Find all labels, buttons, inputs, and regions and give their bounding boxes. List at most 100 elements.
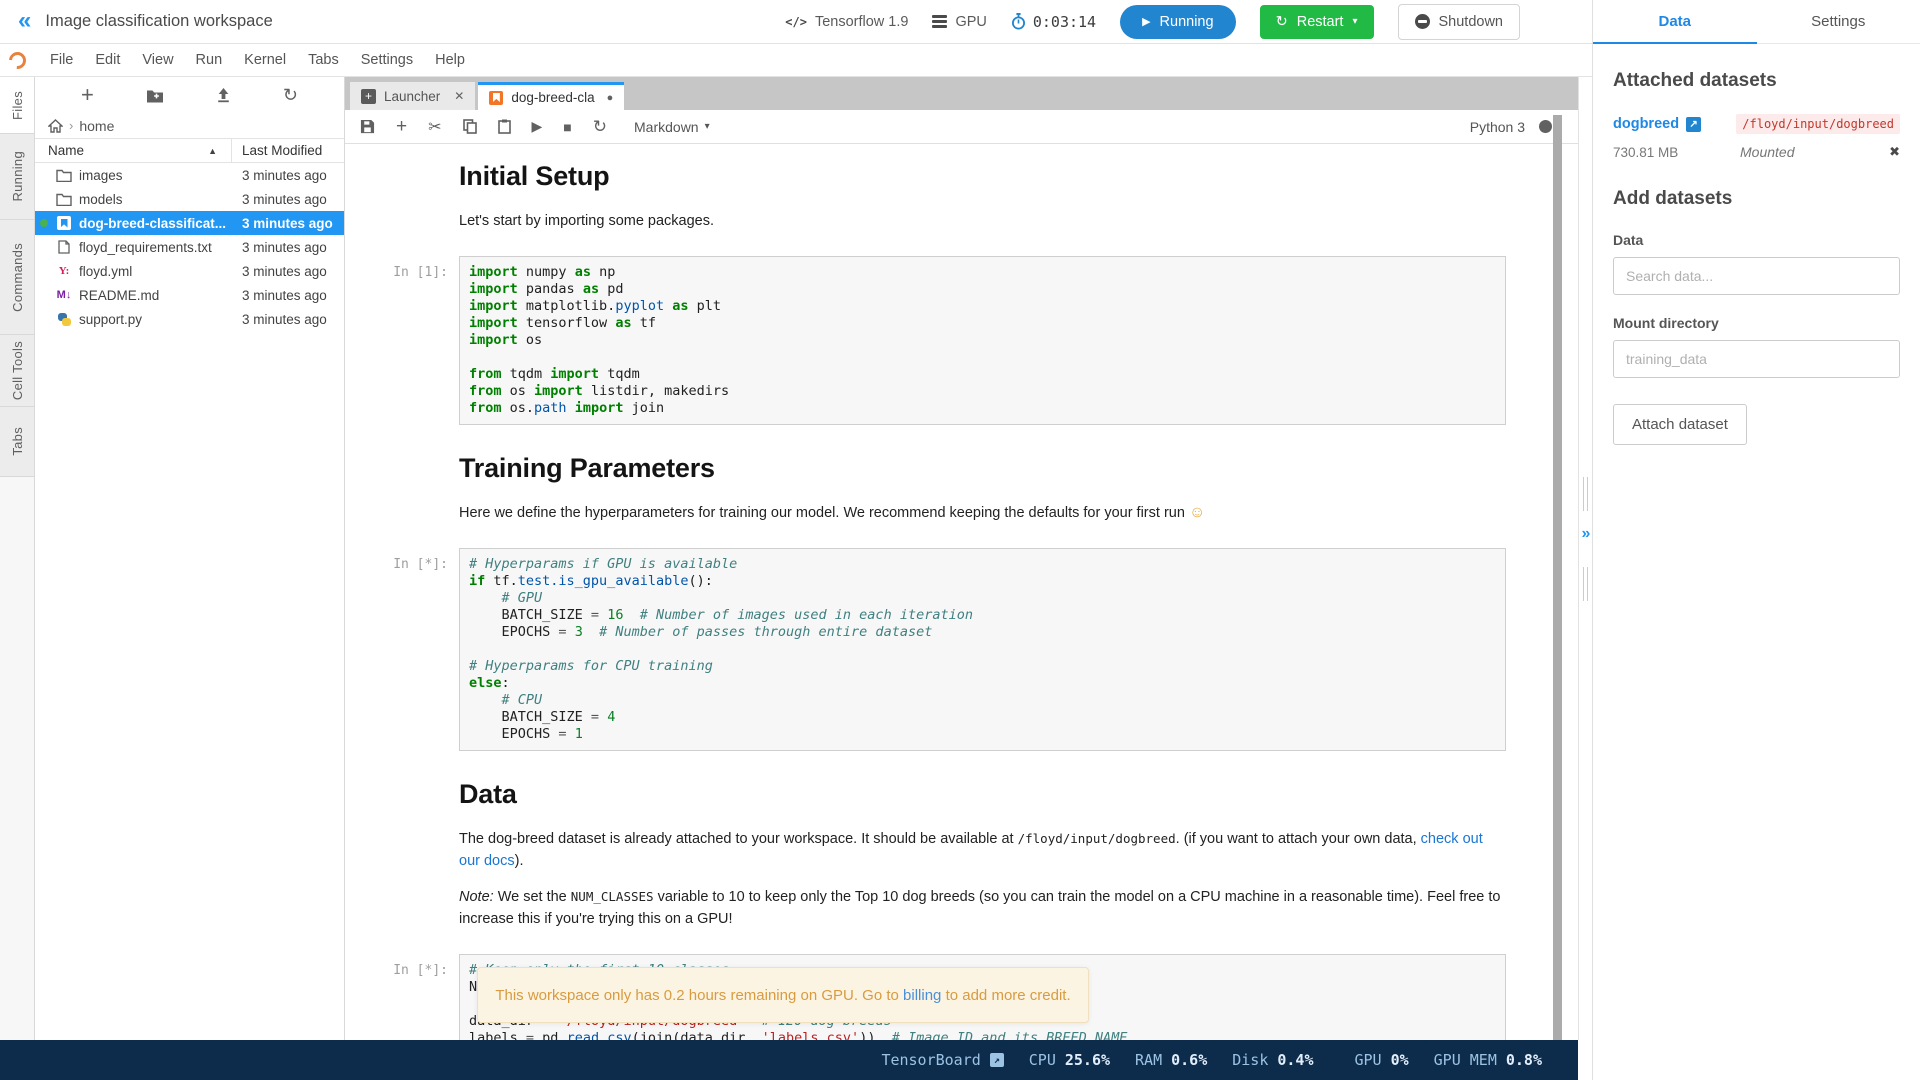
machine-label: GPU — [955, 14, 986, 30]
home-icon[interactable] — [48, 119, 63, 133]
sidebar-tab-files[interactable]: Files — [0, 77, 34, 134]
new-launcher-icon[interactable]: + — [81, 84, 94, 106]
cut-cells-icon[interactable]: ✂ — [428, 117, 441, 137]
token-prop: read_csv — [567, 1030, 632, 1040]
token-op: = — [558, 726, 566, 742]
tab-settings[interactable]: Settings — [1757, 0, 1920, 43]
token-t — [469, 590, 502, 606]
copy-cells-icon[interactable] — [463, 119, 477, 134]
file-row-floyd-yml[interactable]: Y:floyd.yml3 minutes ago — [35, 259, 344, 283]
folder-icon — [53, 193, 75, 206]
status-tensorboard[interactable]: TensorBoard↗ — [881, 1051, 1003, 1069]
menu-item-settings[interactable]: Settings — [350, 52, 424, 68]
token-kw: else — [469, 675, 502, 691]
kernel-name[interactable]: Python 3 — [1470, 119, 1525, 135]
code-cell[interactable]: In [1]:import numpy as npimport pandas a… — [345, 256, 1578, 425]
stop-kernel-icon[interactable]: ■ — [563, 119, 571, 135]
search-data-input[interactable] — [1613, 257, 1900, 295]
token-kw: if — [469, 573, 485, 589]
token-t: np — [591, 264, 615, 280]
drag-handle[interactable] — [1583, 567, 1584, 601]
save-icon[interactable] — [360, 119, 375, 134]
markdown-icon: M↓ — [53, 289, 75, 301]
sidebar-tab-running[interactable]: Running — [0, 134, 34, 220]
cell-body: import numpy as npimport pandas as pdimp… — [459, 256, 1506, 425]
expand-right-panel-icon[interactable]: » — [1579, 525, 1593, 543]
refresh-icon[interactable]: ↻ — [283, 85, 298, 106]
add-cell-icon[interactable]: + — [396, 116, 407, 138]
file-row-README-md[interactable]: M↓README.md3 minutes ago — [35, 283, 344, 307]
attach-dataset-button[interactable]: Attach dataset — [1613, 404, 1747, 445]
run-cell-icon[interactable]: ▶ — [532, 118, 543, 135]
chevron-down-icon: ▾ — [705, 121, 710, 132]
sidebar-tab-tabs[interactable]: Tabs — [0, 407, 34, 477]
mount-directory-label: Mount directory — [1613, 315, 1900, 331]
code-line: # CPU — [469, 692, 1496, 709]
menu-item-kernel[interactable]: Kernel — [233, 52, 297, 68]
mount-directory-input[interactable] — [1613, 340, 1900, 378]
token-t: tqdm — [599, 366, 640, 382]
file-row-dog-breed-classificat-[interactable]: dog-breed-classificat...3 minutes ago — [35, 211, 344, 235]
toast-text: to add more credit. — [941, 987, 1070, 1004]
menu-item-file[interactable]: File — [39, 52, 84, 68]
paste-cells-icon[interactable] — [498, 119, 511, 134]
token-op: = — [526, 1030, 534, 1040]
kernel-busy-icon — [1539, 120, 1552, 133]
file-row-images[interactable]: images3 minutes ago — [35, 163, 344, 187]
code-line: # GPU — [469, 590, 1496, 607]
menu-item-edit[interactable]: Edit — [84, 52, 131, 68]
detach-dataset-icon[interactable]: ✖ — [1889, 144, 1900, 160]
file-row-models[interactable]: models3 minutes ago — [35, 187, 344, 211]
code-icon: </> — [785, 15, 807, 29]
file-name: dog-breed-classificat... — [75, 216, 232, 231]
file-row-support-py[interactable]: support.py3 minutes ago — [35, 307, 344, 331]
menu-item-tabs[interactable]: Tabs — [297, 52, 350, 68]
cell-prompt — [345, 449, 459, 524]
running-button[interactable]: ▶ Running — [1120, 5, 1235, 39]
billing-link[interactable]: billing — [903, 987, 941, 1004]
cell-body: Initial SetupLet's start by importing so… — [459, 157, 1506, 232]
column-header-name[interactable]: Name ▲ — [35, 139, 232, 162]
tab-launcher[interactable]: + Launcher ✕ — [350, 82, 475, 110]
drag-handle[interactable] — [1583, 477, 1584, 511]
file-modified: 3 minutes ago — [232, 192, 344, 207]
new-folder-icon[interactable] — [146, 88, 164, 103]
tab-notebook[interactable]: dog-breed-cla ● — [478, 82, 624, 110]
file-row-floyd-requirements-txt[interactable]: floyd_requirements.txt3 minutes ago — [35, 235, 344, 259]
cell-prompt: In [1]: — [345, 256, 459, 425]
code-editor[interactable]: import numpy as npimport pandas as pdimp… — [459, 256, 1506, 425]
data-field-label: Data — [1613, 232, 1900, 248]
upload-icon[interactable] — [216, 87, 231, 103]
sidebar-tab-cell-tools[interactable]: Cell Tools — [0, 335, 34, 407]
code-cell[interactable]: In [*]:# Hyperparams if GPU is available… — [345, 548, 1578, 751]
breadcrumb-home[interactable]: home — [79, 118, 114, 134]
token-t: BATCH_SIZE — [469, 607, 591, 623]
tab-data[interactable]: Data — [1593, 0, 1757, 43]
menu-item-run[interactable]: Run — [185, 52, 234, 68]
restart-button[interactable]: ↻ Restart ▾ — [1260, 5, 1374, 39]
file-name: README.md — [75, 288, 232, 303]
status-value: 25.6% — [1065, 1051, 1110, 1069]
token-t: labels — [469, 1030, 526, 1040]
code-editor[interactable]: # Hyperparams if GPU is availableif tf.t… — [459, 548, 1506, 751]
markdown-cell[interactable]: DataThe dog-breed dataset is already att… — [345, 775, 1578, 930]
collapse-left-icon[interactable]: « — [18, 9, 31, 33]
markdown-cell[interactable]: Initial SetupLet's start by importing so… — [345, 157, 1578, 232]
cell-type-dropdown[interactable]: Markdown ▾ — [634, 119, 710, 135]
token-kw: import — [534, 383, 583, 399]
yaml-glyph: Y: — [59, 265, 70, 277]
menu-item-view[interactable]: View — [131, 52, 184, 68]
token-t: matplotlib. — [518, 298, 616, 314]
token-t — [567, 624, 575, 640]
menu-item-help[interactable]: Help — [424, 52, 476, 68]
restart-kernel-icon[interactable]: ↻ — [593, 117, 607, 137]
shutdown-button[interactable]: Shutdown — [1398, 4, 1521, 40]
notebook-scrollbar[interactable] — [1553, 115, 1562, 1040]
markdown-cell[interactable]: Training ParametersHere we define the hy… — [345, 449, 1578, 524]
sidebar-tab-commands[interactable]: Commands — [0, 220, 34, 335]
token-t: os — [502, 383, 535, 399]
column-header-modified[interactable]: Last Modified — [232, 143, 344, 158]
kernel-running-slot — [40, 219, 53, 227]
close-icon[interactable]: ✕ — [454, 89, 464, 103]
dataset-link[interactable]: dogbreed ↗ — [1613, 116, 1701, 132]
